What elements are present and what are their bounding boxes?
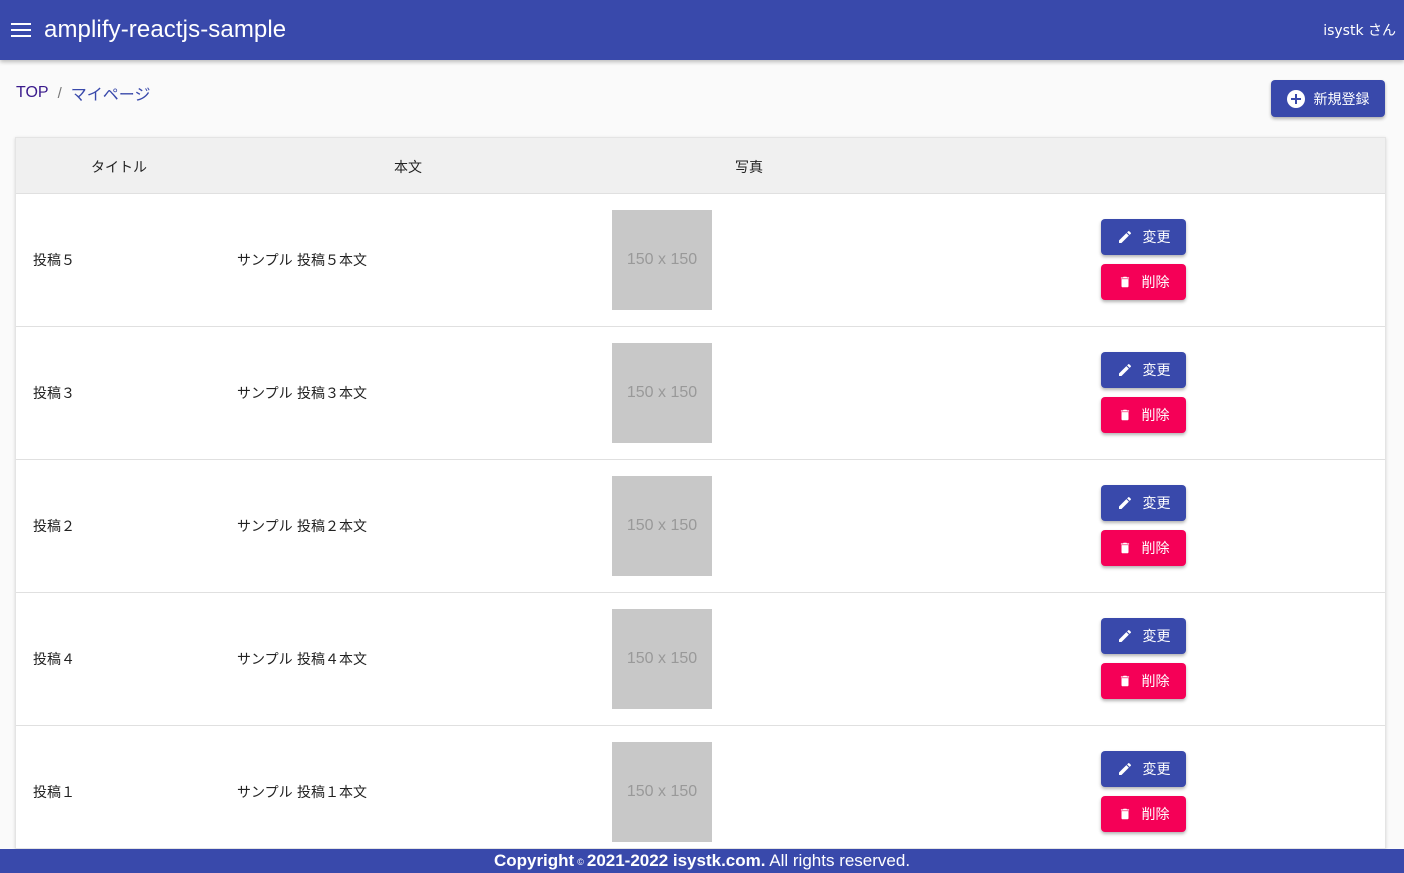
table-row: 投稿５ サンプル 投稿５本文 150 x 150 変更削除 xyxy=(16,194,1385,327)
pencil-icon xyxy=(1117,628,1133,644)
post-body: サンプル 投稿１本文 xyxy=(237,785,368,801)
post-photo-placeholder: 150 x 150 xyxy=(612,476,712,576)
post-title: 投稿２ xyxy=(33,519,75,535)
post-photo-placeholder: 150 x 150 xyxy=(612,210,712,310)
new-post-label: 新規登録 xyxy=(1313,91,1370,108)
delete-label: 削除 xyxy=(1141,807,1170,823)
column-header-body: 本文 xyxy=(394,160,422,176)
column-header-title: タイトル xyxy=(91,160,147,176)
edit-button[interactable]: 変更 xyxy=(1101,352,1186,388)
table-row: 投稿１ サンプル 投稿１本文 150 x 150 変更削除 xyxy=(16,726,1385,848)
edit-button[interactable]: 変更 xyxy=(1101,618,1186,654)
edit-button[interactable]: 変更 xyxy=(1101,751,1186,787)
pencil-icon xyxy=(1117,495,1133,511)
breadcrumb-separator: / xyxy=(57,84,62,102)
footer-copyright-word: Copyright xyxy=(493,851,575,870)
delete-button[interactable]: 削除 xyxy=(1101,663,1186,699)
pencil-icon xyxy=(1117,229,1133,245)
photo-size-label: 150 x 150 xyxy=(626,384,698,401)
user-name[interactable]: isystk さん xyxy=(1323,20,1396,40)
post-title: 投稿１ xyxy=(33,785,75,801)
delete-label: 削除 xyxy=(1141,408,1170,424)
delete-button[interactable]: 削除 xyxy=(1101,264,1186,300)
breadcrumb: TOP / マイページ xyxy=(16,81,150,105)
breadcrumb-current: マイページ xyxy=(70,87,151,104)
trash-icon xyxy=(1118,673,1132,689)
delete-label: 削除 xyxy=(1141,541,1170,557)
post-title: 投稿５ xyxy=(33,253,75,269)
edit-label: 変更 xyxy=(1142,496,1171,512)
pencil-icon xyxy=(1117,362,1133,378)
table-row: 投稿２ サンプル 投稿２本文 150 x 150 変更削除 xyxy=(16,460,1385,593)
table-row: 投稿４ サンプル 投稿４本文 150 x 150 変更削除 xyxy=(16,593,1385,726)
app-title[interactable]: amplify-reactjs-sample xyxy=(44,16,286,44)
edit-label: 変更 xyxy=(1142,230,1171,246)
post-body: サンプル 投稿４本文 xyxy=(237,652,368,668)
post-body: サンプル 投稿５本文 xyxy=(237,253,368,269)
delete-button[interactable]: 削除 xyxy=(1101,397,1186,433)
app-bar: amplify-reactjs-sample isystk さん xyxy=(0,0,1404,60)
posts-table: タイトル 本文 写真 投稿５ サンプル 投稿５本文 150 x 150 変更 削除 投稿３… xyxy=(15,137,1386,849)
trash-icon xyxy=(1118,407,1132,423)
photo-size-label: 150 x 150 xyxy=(626,783,698,800)
new-post-button[interactable]: 新規登録 xyxy=(1271,80,1385,117)
add-circle-icon xyxy=(1286,89,1305,108)
edit-button[interactable]: 変更 xyxy=(1101,219,1186,255)
trash-icon xyxy=(1118,806,1132,822)
post-photo-placeholder: 150 x 150 xyxy=(612,343,712,443)
photo-size-label: 150 x 150 xyxy=(626,517,698,534)
pencil-icon xyxy=(1117,761,1133,777)
delete-button[interactable]: 削除 xyxy=(1101,530,1186,566)
menu-icon[interactable] xyxy=(11,23,31,37)
column-header-photo: 写真 xyxy=(735,160,763,176)
footer: Copyright © 2021-2022 isystk.com. All righ… xyxy=(0,849,1404,873)
footer-years-company: 2021-2022 isystk.com. xyxy=(586,851,766,870)
breadcrumb-top-link[interactable]: TOP xyxy=(16,84,49,102)
footer-rights: All rights reserved. xyxy=(769,851,911,870)
post-photo-placeholder: 150 x 150 xyxy=(612,609,712,709)
post-body: サンプル 投稿２本文 xyxy=(237,519,368,535)
edit-label: 変更 xyxy=(1142,363,1171,379)
trash-icon xyxy=(1118,274,1132,290)
trash-icon xyxy=(1118,540,1132,556)
edit-button[interactable]: 変更 xyxy=(1101,485,1186,521)
table-row: 投稿３ サンプル 投稿３本文 150 x 150 変更削除 xyxy=(16,327,1385,460)
delete-button[interactable]: 削除 xyxy=(1101,796,1186,832)
edit-label: 変更 xyxy=(1142,762,1171,778)
delete-label: 削除 xyxy=(1141,674,1170,690)
photo-size-label: 150 x 150 xyxy=(626,251,698,268)
table-header: タイトル 本文 写真 xyxy=(16,138,1385,194)
photo-size-label: 150 x 150 xyxy=(626,650,698,667)
copyright-symbol: © xyxy=(577,856,584,867)
post-body: サンプル 投稿３本文 xyxy=(237,386,368,402)
edit-label: 変更 xyxy=(1142,629,1171,645)
post-title: 投稿３ xyxy=(33,386,75,402)
delete-label: 削除 xyxy=(1141,275,1170,291)
post-title: 投稿４ xyxy=(33,652,75,668)
post-photo-placeholder: 150 x 150 xyxy=(612,742,712,842)
